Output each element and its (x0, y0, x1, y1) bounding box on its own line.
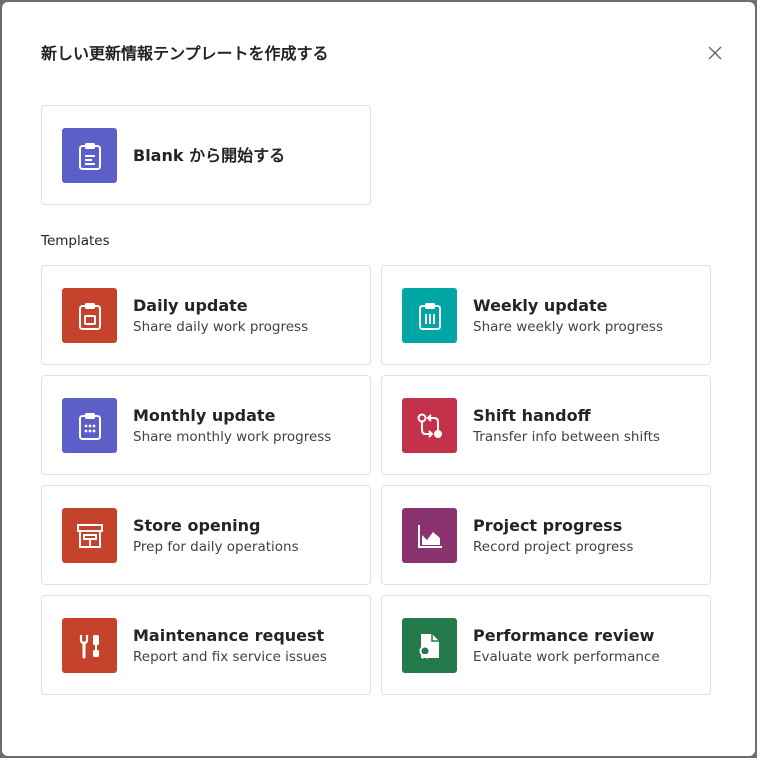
close-icon (708, 46, 722, 60)
template-tile (402, 288, 457, 343)
template-card-performance-review[interactable]: Performance review Evaluate work perform… (381, 595, 711, 695)
template-card-project-progress[interactable]: Project progress Record project progress (381, 485, 711, 585)
template-tile (62, 288, 117, 343)
template-tile (402, 398, 457, 453)
template-description: Report and fix service issues (133, 649, 327, 665)
template-title: Maintenance request (133, 626, 325, 645)
clipboard-icon (78, 142, 101, 170)
template-title: Shift handoff (473, 406, 591, 425)
template-card-monthly-update[interactable]: Monthly update Share monthly work progre… (41, 375, 371, 475)
blank-tile (62, 128, 117, 183)
template-title: Project progress (473, 516, 623, 535)
dialog-title: 新しい更新情報テンプレートを作成する (41, 44, 329, 63)
clipboard-week-icon (418, 302, 441, 330)
store-icon (76, 523, 103, 548)
template-description: Transfer info between shifts (473, 429, 661, 445)
template-title: Performance review (473, 626, 655, 645)
template-card-shift-handoff[interactable]: Shift handoff Transfer info between shif… (381, 375, 711, 475)
create-template-dialog: 新しい更新情報テンプレートを作成する Blank から開始する Template… (2, 2, 755, 756)
template-description: Evaluate work performance (473, 649, 660, 665)
template-description: Share monthly work progress (133, 429, 332, 445)
template-tile (62, 508, 117, 563)
template-title: Store opening (133, 516, 261, 535)
wrench-screwdriver-icon (79, 634, 99, 658)
template-card-daily-update[interactable]: Daily update Share daily work progress (41, 265, 371, 365)
template-description: Share daily work progress (133, 319, 309, 335)
templates-section-label: Templates (41, 233, 110, 249)
blank-card-label: Blank から開始する (133, 146, 286, 165)
template-tile (62, 398, 117, 453)
blank-template-card[interactable]: Blank から開始する (41, 105, 371, 205)
template-tile (402, 618, 457, 673)
clipboard-day-icon (78, 302, 101, 330)
close-button[interactable] (702, 40, 728, 66)
template-title: Daily update (133, 296, 248, 315)
template-description: Record project progress (473, 539, 634, 555)
template-card-weekly-update[interactable]: Weekly update Share weekly work progress (381, 265, 711, 365)
document-ribbon-icon (419, 633, 439, 659)
clipboard-month-icon (78, 412, 101, 440)
template-description: Prep for daily operations (133, 539, 299, 555)
template-title: Monthly update (133, 406, 276, 425)
template-description: Share weekly work progress (473, 319, 663, 335)
template-title: Weekly update (473, 296, 608, 315)
template-tile (402, 508, 457, 563)
handoff-arrows-icon (417, 413, 442, 438)
template-tile (62, 618, 117, 673)
area-chart-icon (417, 524, 442, 548)
template-card-store-opening[interactable]: Store opening Prep for daily operations (41, 485, 371, 585)
template-card-maintenance-request[interactable]: Maintenance request Report and fix servi… (41, 595, 371, 695)
